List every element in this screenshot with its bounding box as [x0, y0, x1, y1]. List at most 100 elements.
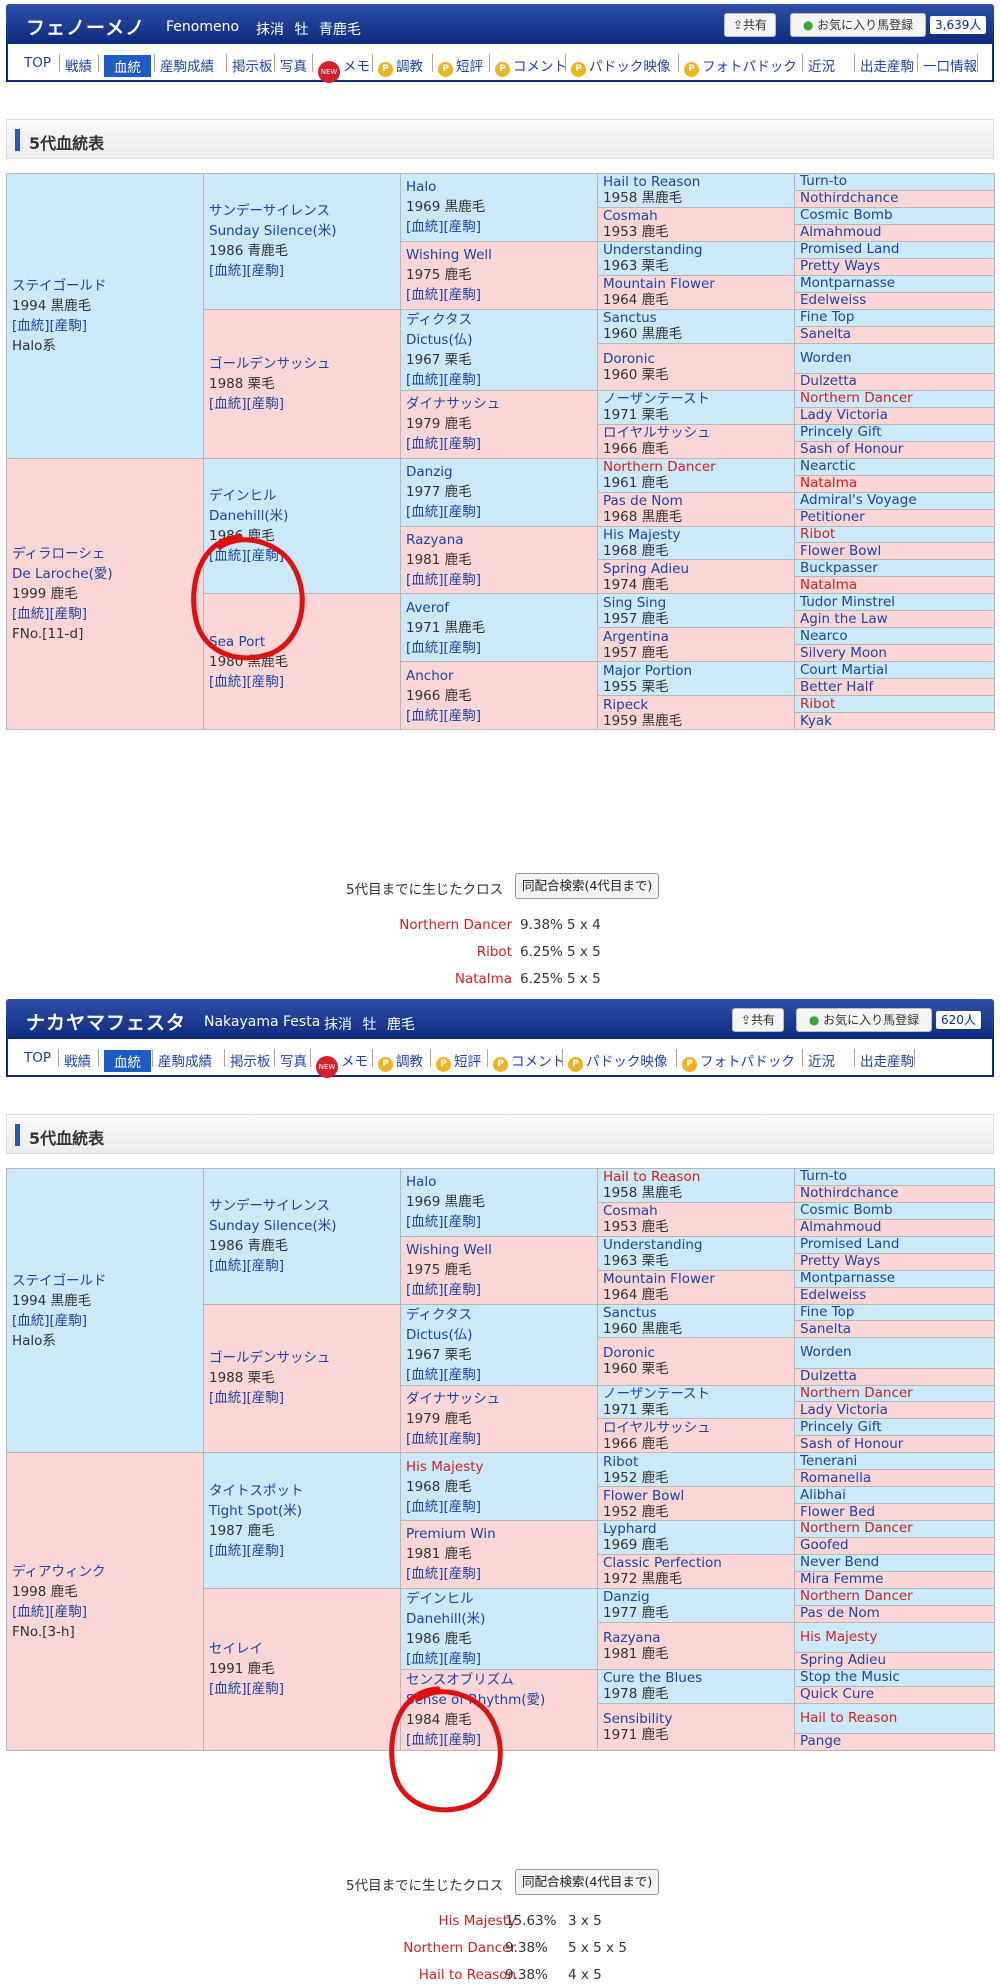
horse-name-alt[interactable]: Sunday Silence(米) — [209, 1216, 395, 1236]
horse-name[interactable]: Petitioner — [800, 510, 989, 525]
nav-item-2[interactable]: 血統 — [104, 1050, 151, 1072]
horse-name[interactable]: Alibhai — [800, 1488, 989, 1503]
horse-name[interactable]: His Majesty — [603, 527, 789, 543]
horse-name[interactable]: Better Half — [800, 680, 989, 695]
share-button[interactable]: ⇪共有 — [732, 1008, 784, 1032]
nav-item-10[interactable]: P パドック映像 — [571, 55, 670, 77]
horse-name[interactable]: ステイゴールド — [12, 1271, 198, 1291]
nav-item-10[interactable]: P パドック映像 — [568, 1050, 667, 1072]
horse-name[interactable]: Pas de Nom — [603, 493, 789, 509]
horse-name[interactable]: サンデーサイレンス — [209, 201, 395, 221]
same-breeding-search-button[interactable]: 同配合検索(4代目まで) — [515, 873, 660, 899]
pedigree-links[interactable]: [血統][産駒] — [406, 1365, 592, 1385]
horse-name[interactable]: Argentina — [603, 629, 789, 645]
horse-name[interactable]: Buckpasser — [800, 561, 989, 576]
horse-name[interactable]: Agin the Law — [800, 612, 989, 627]
horse-name[interactable]: Nearco — [800, 629, 989, 644]
horse-name[interactable]: ステイゴールド — [12, 276, 198, 296]
horse-name[interactable]: Ribot — [603, 1454, 789, 1470]
pedigree-links[interactable]: [血統][産駒] — [406, 1730, 592, 1750]
horse-name[interactable]: Nearctic — [800, 459, 989, 474]
nav-item-13[interactable]: 出走産駒 — [860, 1050, 914, 1070]
nav-item-7[interactable]: P 調教 — [378, 55, 423, 77]
horse-name[interactable]: Lyphard — [603, 1521, 789, 1537]
horse-name[interactable]: Ribot — [800, 527, 989, 542]
horse-name[interactable]: ノーザンテースト — [603, 391, 789, 407]
horse-name[interactable]: Fine Top — [800, 1305, 989, 1320]
horse-name[interactable]: ディクタス — [406, 310, 592, 330]
horse-name[interactable]: ゴールデンサッシュ — [209, 1348, 395, 1368]
horse-name[interactable]: Worden — [800, 1345, 989, 1360]
horse-name[interactable]: Halo — [406, 1172, 592, 1192]
horse-name[interactable]: Sanelta — [800, 1322, 989, 1337]
horse-name[interactable]: Sanctus — [603, 1305, 789, 1321]
share-button[interactable]: ⇪共有 — [724, 13, 776, 37]
pedigree-links[interactable]: [血統][産駒] — [209, 1679, 395, 1699]
nav-item-11[interactable]: P フォトパドック — [682, 1050, 795, 1072]
horse-name[interactable]: Understanding — [603, 242, 789, 258]
horse-name[interactable]: Kyak — [800, 714, 989, 729]
horse-name[interactable]: Natalma — [800, 578, 989, 593]
horse-name[interactable]: Northern Dancer — [800, 1589, 989, 1604]
pedigree-links[interactable]: [血統][産駒] — [406, 434, 592, 454]
horse-name[interactable]: Understanding — [603, 1237, 789, 1253]
horse-name[interactable]: Pretty Ways — [800, 259, 989, 274]
nav-item-7[interactable]: P 調教 — [378, 1050, 423, 1072]
pedigree-links[interactable]: [血統][産駒] — [209, 261, 395, 281]
horse-name-alt[interactable]: Danehill(米) — [209, 506, 395, 526]
cross-horse[interactable]: Northern Dancer — [403, 1940, 516, 1956]
horse-name[interactable]: Mira Femme — [800, 1572, 989, 1587]
horse-name[interactable]: Anchor — [406, 666, 592, 686]
horse-name[interactable]: Admiral's Voyage — [800, 493, 989, 508]
horse-name[interactable]: ロイヤルサッシュ — [603, 425, 789, 441]
nav-item-0[interactable]: TOP — [24, 1050, 51, 1066]
horse-name[interactable]: Promised Land — [800, 242, 989, 257]
horse-name[interactable]: Silvery Moon — [800, 646, 989, 661]
horse-name[interactable]: Turn-to — [800, 174, 989, 189]
nav-item-3[interactable]: 産駒成績 — [158, 1050, 212, 1070]
nav-item-0[interactable]: TOP — [24, 55, 51, 71]
horse-name[interactable]: Premium Win — [406, 1524, 592, 1544]
horse-name[interactable]: Sanelta — [800, 327, 989, 342]
horse-name[interactable]: Never Bend — [800, 1555, 989, 1570]
horse-name[interactable]: Princely Gift — [800, 1420, 989, 1435]
horse-name[interactable]: Danzig — [406, 462, 592, 482]
horse-name[interactable]: Northern Dancer — [603, 459, 789, 475]
horse-name[interactable]: Romanella — [800, 1471, 989, 1486]
pedigree-links[interactable]: [血統][産駒] — [406, 1429, 592, 1449]
horse-name[interactable]: Ribot — [800, 697, 989, 712]
horse-name[interactable]: ノーザンテースト — [603, 1386, 789, 1402]
horse-name[interactable]: Sash of Honour — [800, 442, 989, 457]
horse-name[interactable]: Montparnasse — [800, 1271, 989, 1286]
horse-name[interactable]: Fine Top — [800, 310, 989, 325]
horse-name[interactable]: Nothirdchance — [800, 191, 989, 206]
horse-name[interactable]: Quick Cure — [800, 1687, 989, 1702]
horse-name[interactable]: Promised Land — [800, 1237, 989, 1252]
cross-horse[interactable]: Hail to Reason — [419, 1967, 516, 1983]
horse-name[interactable]: Montparnasse — [800, 276, 989, 291]
pedigree-links[interactable]: [血統][産駒] — [209, 546, 395, 566]
horse-name[interactable]: Edelweiss — [800, 1288, 989, 1303]
horse-name[interactable]: サンデーサイレンス — [209, 1196, 395, 1216]
horse-name[interactable]: Tudor Minstrel — [800, 595, 989, 610]
pedigree-links[interactable]: [血統][産駒] — [12, 604, 198, 624]
nav-item-9[interactable]: P コメント — [495, 55, 567, 77]
horse-name-alt[interactable]: Dictus(仏) — [406, 330, 592, 350]
horse-name[interactable]: Sensibility — [603, 1711, 789, 1727]
pedigree-links[interactable]: [血統][産駒] — [406, 570, 592, 590]
horse-name[interactable]: Pange — [800, 1734, 989, 1749]
pedigree-links[interactable]: [血統][産駒] — [406, 706, 592, 726]
horse-name[interactable]: ゴールデンサッシュ — [209, 354, 395, 374]
horse-name[interactable]: センスオブリズム — [406, 1670, 592, 1690]
horse-name[interactable]: Hail to Reason — [800, 1710, 989, 1726]
horse-name[interactable]: Ripeck — [603, 697, 789, 713]
horse-name[interactable]: Natalma — [800, 476, 989, 491]
pedigree-links[interactable]: [血統][産駒] — [209, 394, 395, 414]
nav-item-14[interactable]: 一口情報 — [923, 55, 977, 75]
horse-name[interactable]: His Majesty — [406, 1457, 592, 1477]
horse-name[interactable]: Sash of Honour — [800, 1437, 989, 1452]
nav-item-6[interactable]: NEW メモ — [316, 1050, 368, 1078]
favorite-button[interactable]: ● お気に入り馬登録 — [796, 1008, 932, 1032]
nav-item-12[interactable]: 近況 — [808, 55, 835, 75]
nav-item-4[interactable]: 掲示板 — [232, 55, 273, 75]
